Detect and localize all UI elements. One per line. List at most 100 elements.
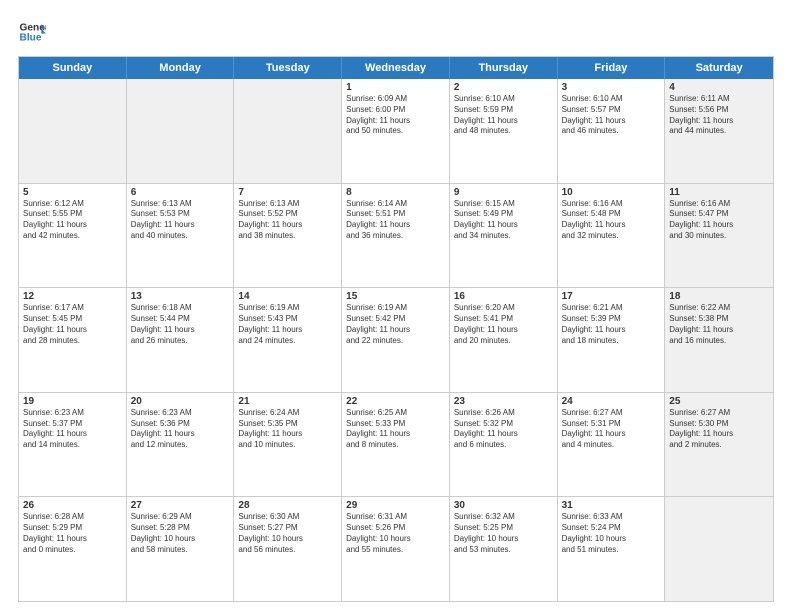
calendar-cell-day-31: 31Sunrise: 6:33 AM Sunset: 5:24 PM Dayli…: [558, 497, 666, 601]
day-info: Sunrise: 6:19 AM Sunset: 5:42 PM Dayligh…: [346, 303, 445, 346]
day-info: Sunrise: 6:10 AM Sunset: 5:57 PM Dayligh…: [562, 94, 661, 137]
calendar-cell-empty-0-2: [234, 79, 342, 183]
logo: General Blue: [18, 18, 50, 46]
day-info: Sunrise: 6:30 AM Sunset: 5:27 PM Dayligh…: [238, 512, 337, 555]
calendar-cell-day-24: 24Sunrise: 6:27 AM Sunset: 5:31 PM Dayli…: [558, 393, 666, 497]
day-number: 23: [454, 396, 553, 407]
day-info: Sunrise: 6:24 AM Sunset: 5:35 PM Dayligh…: [238, 408, 337, 451]
svg-text:Blue: Blue: [20, 33, 42, 44]
calendar-body: 1Sunrise: 6:09 AM Sunset: 6:00 PM Daylig…: [19, 79, 773, 601]
calendar-row-0: 1Sunrise: 6:09 AM Sunset: 6:00 PM Daylig…: [19, 79, 773, 184]
day-info: Sunrise: 6:13 AM Sunset: 5:53 PM Dayligh…: [131, 199, 230, 242]
day-info: Sunrise: 6:23 AM Sunset: 5:37 PM Dayligh…: [23, 408, 122, 451]
day-info: Sunrise: 6:18 AM Sunset: 5:44 PM Dayligh…: [131, 303, 230, 346]
day-number: 10: [562, 187, 661, 198]
day-number: 24: [562, 396, 661, 407]
calendar-cell-day-7: 7Sunrise: 6:13 AM Sunset: 5:52 PM Daylig…: [234, 184, 342, 288]
day-number: 16: [454, 291, 553, 302]
day-number: 15: [346, 291, 445, 302]
day-number: 1: [346, 82, 445, 93]
calendar-cell-day-5: 5Sunrise: 6:12 AM Sunset: 5:55 PM Daylig…: [19, 184, 127, 288]
day-info: Sunrise: 6:16 AM Sunset: 5:48 PM Dayligh…: [562, 199, 661, 242]
calendar-cell-day-20: 20Sunrise: 6:23 AM Sunset: 5:36 PM Dayli…: [127, 393, 235, 497]
calendar-cell-day-13: 13Sunrise: 6:18 AM Sunset: 5:44 PM Dayli…: [127, 288, 235, 392]
day-number: 25: [669, 396, 769, 407]
calendar-cell-day-17: 17Sunrise: 6:21 AM Sunset: 5:39 PM Dayli…: [558, 288, 666, 392]
calendar-cell-day-8: 8Sunrise: 6:14 AM Sunset: 5:51 PM Daylig…: [342, 184, 450, 288]
calendar-cell-day-25: 25Sunrise: 6:27 AM Sunset: 5:30 PM Dayli…: [665, 393, 773, 497]
calendar-cell-day-19: 19Sunrise: 6:23 AM Sunset: 5:37 PM Dayli…: [19, 393, 127, 497]
calendar-cell-day-30: 30Sunrise: 6:32 AM Sunset: 5:25 PM Dayli…: [450, 497, 558, 601]
calendar-cell-day-12: 12Sunrise: 6:17 AM Sunset: 5:45 PM Dayli…: [19, 288, 127, 392]
day-number: 30: [454, 500, 553, 511]
day-info: Sunrise: 6:26 AM Sunset: 5:32 PM Dayligh…: [454, 408, 553, 451]
day-info: Sunrise: 6:29 AM Sunset: 5:28 PM Dayligh…: [131, 512, 230, 555]
calendar-cell-empty-0-0: [19, 79, 127, 183]
calendar-cell-day-6: 6Sunrise: 6:13 AM Sunset: 5:53 PM Daylig…: [127, 184, 235, 288]
calendar-cell-day-10: 10Sunrise: 6:16 AM Sunset: 5:48 PM Dayli…: [558, 184, 666, 288]
day-number: 19: [23, 396, 122, 407]
calendar-cell-day-2: 2Sunrise: 6:10 AM Sunset: 5:59 PM Daylig…: [450, 79, 558, 183]
calendar-cell-day-16: 16Sunrise: 6:20 AM Sunset: 5:41 PM Dayli…: [450, 288, 558, 392]
calendar-cell-day-11: 11Sunrise: 6:16 AM Sunset: 5:47 PM Dayli…: [665, 184, 773, 288]
day-info: Sunrise: 6:27 AM Sunset: 5:31 PM Dayligh…: [562, 408, 661, 451]
day-number: 9: [454, 187, 553, 198]
calendar-cell-day-4: 4Sunrise: 6:11 AM Sunset: 5:56 PM Daylig…: [665, 79, 773, 183]
day-info: Sunrise: 6:20 AM Sunset: 5:41 PM Dayligh…: [454, 303, 553, 346]
calendar-row-1: 5Sunrise: 6:12 AM Sunset: 5:55 PM Daylig…: [19, 184, 773, 289]
logo-icon: General Blue: [18, 18, 46, 46]
day-number: 5: [23, 187, 122, 198]
day-number: 18: [669, 291, 769, 302]
day-number: 8: [346, 187, 445, 198]
day-info: Sunrise: 6:13 AM Sunset: 5:52 PM Dayligh…: [238, 199, 337, 242]
day-info: Sunrise: 6:32 AM Sunset: 5:25 PM Dayligh…: [454, 512, 553, 555]
day-info: Sunrise: 6:21 AM Sunset: 5:39 PM Dayligh…: [562, 303, 661, 346]
calendar-header: SundayMondayTuesdayWednesdayThursdayFrid…: [19, 57, 773, 79]
day-info: Sunrise: 6:09 AM Sunset: 6:00 PM Dayligh…: [346, 94, 445, 137]
day-number: 21: [238, 396, 337, 407]
day-info: Sunrise: 6:10 AM Sunset: 5:59 PM Dayligh…: [454, 94, 553, 137]
calendar-cell-day-22: 22Sunrise: 6:25 AM Sunset: 5:33 PM Dayli…: [342, 393, 450, 497]
calendar-cell-day-21: 21Sunrise: 6:24 AM Sunset: 5:35 PM Dayli…: [234, 393, 342, 497]
day-info: Sunrise: 6:14 AM Sunset: 5:51 PM Dayligh…: [346, 199, 445, 242]
day-number: 22: [346, 396, 445, 407]
day-info: Sunrise: 6:12 AM Sunset: 5:55 PM Dayligh…: [23, 199, 122, 242]
weekday-header-wednesday: Wednesday: [342, 57, 450, 79]
day-info: Sunrise: 6:17 AM Sunset: 5:45 PM Dayligh…: [23, 303, 122, 346]
day-info: Sunrise: 6:15 AM Sunset: 5:49 PM Dayligh…: [454, 199, 553, 242]
calendar-cell-day-1: 1Sunrise: 6:09 AM Sunset: 6:00 PM Daylig…: [342, 79, 450, 183]
day-number: 31: [562, 500, 661, 511]
day-info: Sunrise: 6:25 AM Sunset: 5:33 PM Dayligh…: [346, 408, 445, 451]
weekday-header-sunday: Sunday: [19, 57, 127, 79]
day-info: Sunrise: 6:19 AM Sunset: 5:43 PM Dayligh…: [238, 303, 337, 346]
calendar-cell-day-29: 29Sunrise: 6:31 AM Sunset: 5:26 PM Dayli…: [342, 497, 450, 601]
weekday-header-tuesday: Tuesday: [234, 57, 342, 79]
calendar: SundayMondayTuesdayWednesdayThursdayFrid…: [18, 56, 774, 602]
header: General Blue: [18, 18, 774, 46]
day-number: 6: [131, 187, 230, 198]
calendar-cell-day-3: 3Sunrise: 6:10 AM Sunset: 5:57 PM Daylig…: [558, 79, 666, 183]
calendar-cell-day-28: 28Sunrise: 6:30 AM Sunset: 5:27 PM Dayli…: [234, 497, 342, 601]
day-number: 13: [131, 291, 230, 302]
day-info: Sunrise: 6:28 AM Sunset: 5:29 PM Dayligh…: [23, 512, 122, 555]
day-number: 29: [346, 500, 445, 511]
day-info: Sunrise: 6:22 AM Sunset: 5:38 PM Dayligh…: [669, 303, 769, 346]
day-number: 7: [238, 187, 337, 198]
day-info: Sunrise: 6:27 AM Sunset: 5:30 PM Dayligh…: [669, 408, 769, 451]
day-number: 12: [23, 291, 122, 302]
day-number: 28: [238, 500, 337, 511]
day-number: 17: [562, 291, 661, 302]
calendar-cell-day-23: 23Sunrise: 6:26 AM Sunset: 5:32 PM Dayli…: [450, 393, 558, 497]
day-number: 3: [562, 82, 661, 93]
calendar-cell-empty-4-6: [665, 497, 773, 601]
weekday-header-saturday: Saturday: [665, 57, 773, 79]
calendar-cell-empty-0-1: [127, 79, 235, 183]
day-number: 26: [23, 500, 122, 511]
day-info: Sunrise: 6:11 AM Sunset: 5:56 PM Dayligh…: [669, 94, 769, 137]
calendar-row-2: 12Sunrise: 6:17 AM Sunset: 5:45 PM Dayli…: [19, 288, 773, 393]
weekday-header-friday: Friday: [558, 57, 666, 79]
weekday-header-thursday: Thursday: [450, 57, 558, 79]
day-info: Sunrise: 6:23 AM Sunset: 5:36 PM Dayligh…: [131, 408, 230, 451]
weekday-header-monday: Monday: [127, 57, 235, 79]
calendar-cell-day-15: 15Sunrise: 6:19 AM Sunset: 5:42 PM Dayli…: [342, 288, 450, 392]
